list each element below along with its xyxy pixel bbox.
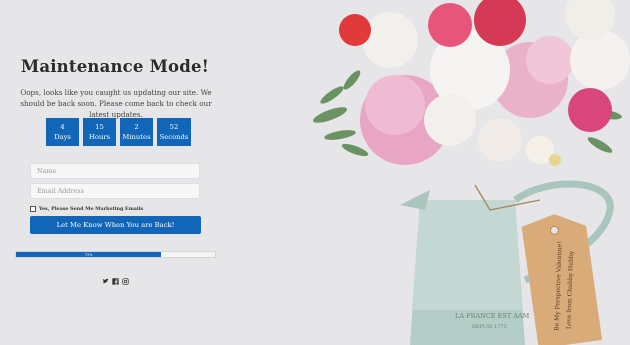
marketing-label: Yes, Please Send Me Marketing Emails <box>39 206 144 212</box>
notify-button[interactable]: Let Me Know When You are Back! <box>30 216 201 234</box>
countdown-seconds-value: 52 <box>169 123 179 131</box>
hero-photo: LA FRANCE EST AAM DEPUIS 1775 Be My Pers… <box>300 0 630 345</box>
social-links <box>102 270 129 285</box>
countdown-days: 4 Days <box>46 118 79 146</box>
marketing-consent[interactable]: Yes, Please Send Me Marketing Emails <box>30 206 143 212</box>
marketing-checkbox[interactable] <box>30 206 36 212</box>
countdown-seconds-unit: Seconds <box>159 133 189 141</box>
email-field[interactable]: Email Address <box>30 183 200 199</box>
jug-label: LA FRANCE EST AAM <box>455 312 530 320</box>
twitter-icon[interactable] <box>102 270 109 284</box>
instagram-icon[interactable] <box>122 270 129 285</box>
countdown-timer: 4 Days 15 Hours 2 Minutes 52 Seconds <box>46 118 191 146</box>
countdown-minutes-unit: Minutes <box>122 133 151 141</box>
countdown-seconds: 52 Seconds <box>157 118 191 146</box>
jug-label-2: DEPUIS 1775 <box>472 324 507 330</box>
countdown-minutes: 2 Minutes <box>120 118 153 146</box>
maintenance-panel: Maintenance Mode! Oops, looks like you c… <box>0 0 230 345</box>
page-description: Oops, looks like you caught us updating … <box>20 88 212 119</box>
countdown-days-value: 4 <box>60 123 65 131</box>
progress-fill: 73% <box>16 252 162 257</box>
countdown-hours: 15 Hours <box>83 118 116 146</box>
countdown-days-unit: Days <box>54 133 71 141</box>
countdown-hours-value: 15 <box>95 123 104 131</box>
page-title: Maintenance Mode! <box>20 57 210 76</box>
name-field[interactable]: Name <box>30 163 200 179</box>
countdown-minutes-value: 2 <box>134 123 139 131</box>
progress-bar: 73% <box>15 251 216 258</box>
facebook-icon[interactable] <box>112 270 119 285</box>
countdown-hours-unit: Hours <box>88 133 111 141</box>
